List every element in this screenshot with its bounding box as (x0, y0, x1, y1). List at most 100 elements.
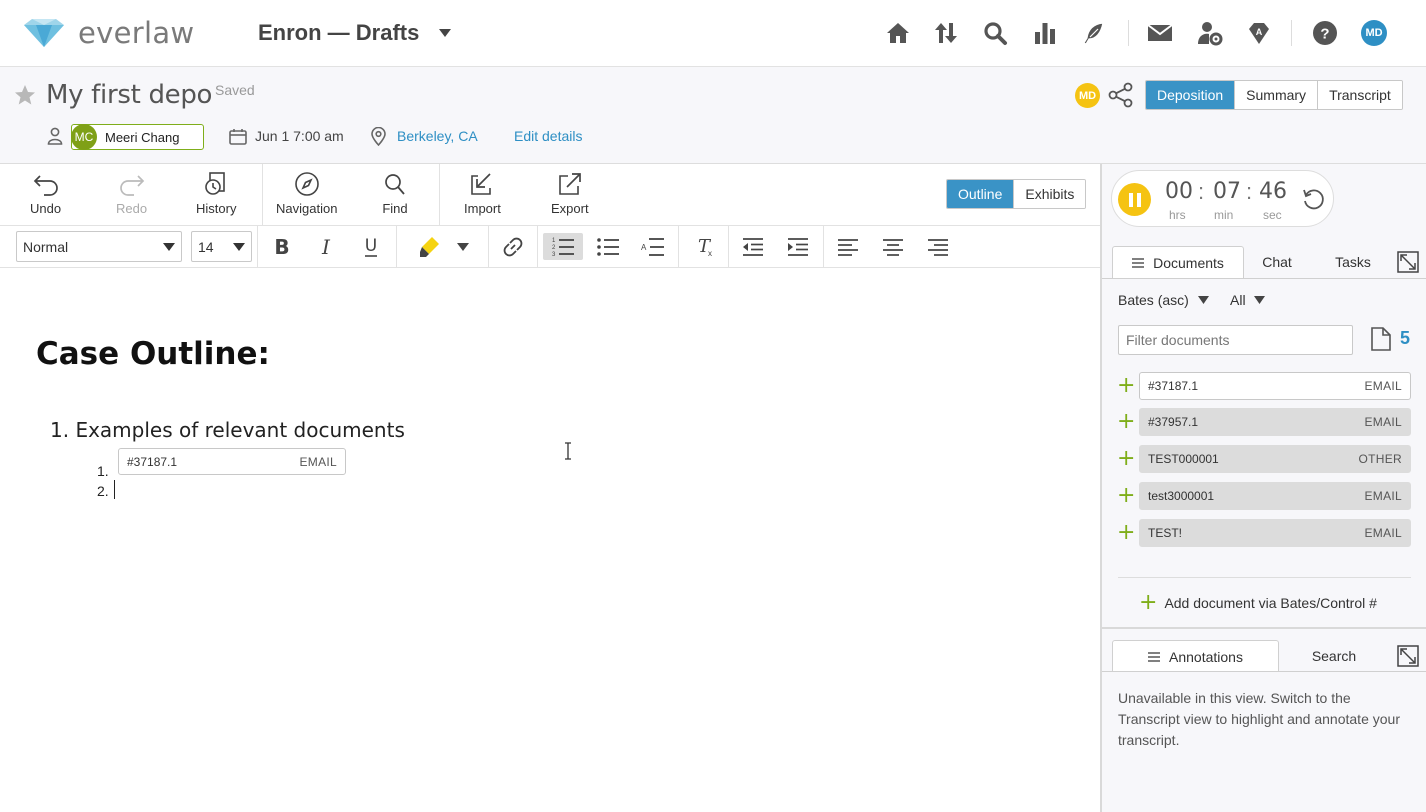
plus-icon: + (1139, 590, 1158, 615)
pause-button[interactable] (1118, 183, 1151, 216)
link-icon (503, 237, 523, 256)
doc-id: test3000001 (1148, 489, 1215, 503)
link-button[interactable] (498, 233, 528, 260)
svg-text:U: U (365, 236, 377, 256)
timer-hours: 00 (1165, 179, 1193, 204)
history-button[interactable]: History (196, 172, 236, 216)
depo-location[interactable]: Berkeley, CA (397, 128, 478, 144)
user-avatar[interactable]: MD (1361, 20, 1387, 46)
share-icon[interactable] (1108, 82, 1134, 108)
decrease-indent-button[interactable] (738, 233, 768, 260)
upload-download-icon[interactable] (933, 20, 959, 46)
outline-exhibits-tabs: Outline Exhibits (946, 179, 1087, 209)
documents-panel-tabs: Documents Chat Tasks (1112, 246, 1396, 278)
svg-text:A: A (641, 243, 647, 252)
numbered-list-button[interactable]: 123 (543, 233, 583, 260)
underline-button[interactable]: U (356, 233, 386, 260)
tab-summary[interactable]: Summary (1234, 81, 1318, 109)
document-list-item[interactable]: test3000001 EMAIL (1139, 482, 1411, 510)
add-to-outline-plus-icon[interactable]: + (1117, 448, 1135, 470)
tab-search[interactable]: Search (1279, 640, 1389, 672)
document-count: 5 (1400, 328, 1411, 348)
pause-icon (1128, 192, 1141, 207)
undo-button[interactable]: Undo (30, 172, 61, 216)
depo-title[interactable]: My first depo (46, 80, 212, 110)
add-to-outline-plus-icon[interactable]: + (1117, 485, 1135, 507)
outline-list-button[interactable]: A (638, 233, 668, 260)
find-button[interactable]: Find (381, 172, 409, 216)
svg-text:x: x (708, 249, 712, 258)
bold-button[interactable]: B (267, 233, 297, 260)
mail-icon[interactable] (1147, 20, 1173, 46)
redo-button[interactable]: Redo (116, 172, 147, 216)
align-center-icon (883, 238, 903, 256)
tab-annotations[interactable]: Annotations (1112, 640, 1279, 672)
expand-panel-icon[interactable] (1397, 251, 1419, 273)
redo-icon (119, 175, 144, 196)
outline-list-item: 1. Examples of relevant documents (50, 418, 405, 442)
navigation-button[interactable]: Navigation (276, 172, 337, 216)
import-button[interactable]: Import (464, 172, 501, 216)
font-size-select[interactable]: 14 (191, 231, 252, 262)
toolbar-divider (262, 164, 263, 226)
svg-text:1: 1 (552, 238, 556, 244)
add-document-button[interactable]: + Add document via Bates/Control # (1139, 590, 1377, 615)
export-button[interactable]: Export (551, 172, 589, 216)
highlight-button[interactable] (415, 233, 445, 260)
export-label: Export (551, 201, 589, 216)
align-center-button[interactable] (878, 233, 908, 260)
analytics-icon[interactable] (1032, 20, 1058, 46)
filter-type-dropdown[interactable]: All (1230, 292, 1265, 308)
align-left-button[interactable] (833, 233, 863, 260)
tab-transcript[interactable]: Transcript (1317, 81, 1402, 109)
bulleted-list-button[interactable] (593, 233, 623, 260)
add-document-label: Add document via Bates/Control # (1164, 595, 1377, 611)
help-icon[interactable]: ? (1312, 20, 1338, 46)
star-icon[interactable] (13, 83, 37, 107)
annotations-panel-tabs: Annotations Search (1112, 640, 1389, 672)
doc-id: #37957.1 (1148, 415, 1199, 429)
sub-item-number: 1. (97, 463, 109, 479)
document-list-item[interactable]: #37187.1 EMAIL (1139, 372, 1411, 400)
clear-format-button[interactable]: Tx (689, 233, 719, 260)
add-to-outline-plus-icon[interactable]: + (1117, 375, 1135, 397)
diamond-logo-icon (24, 19, 64, 47)
home-icon[interactable] (885, 20, 911, 46)
tab-documents-label: Documents (1153, 254, 1224, 271)
increase-indent-button[interactable] (783, 233, 813, 260)
add-to-outline-plus-icon[interactable]: + (1117, 522, 1135, 544)
align-right-button[interactable] (923, 233, 953, 260)
edit-details-link[interactable]: Edit details (514, 128, 582, 144)
outline-heading: Case Outline: (36, 336, 270, 372)
sort-dropdown[interactable]: Bates (asc) (1118, 292, 1209, 308)
document-list-item[interactable]: TEST000001 OTHER (1139, 445, 1411, 473)
tab-outline[interactable]: Outline (947, 180, 1014, 208)
sub-item-number: 2. (97, 483, 109, 499)
witness-chip[interactable]: MC Meeri Chang (71, 123, 204, 150)
divider (1118, 577, 1411, 578)
filter-documents-input[interactable] (1118, 325, 1353, 355)
gem-icon[interactable]: A (1246, 20, 1272, 46)
navigation-label: Navigation (276, 201, 338, 216)
tab-documents[interactable]: Documents (1112, 246, 1244, 278)
document-list-item[interactable]: #37957.1 EMAIL (1139, 408, 1411, 436)
everlaw-logo[interactable]: everlaw (22, 16, 194, 50)
tab-deposition[interactable]: Deposition (1146, 81, 1235, 109)
tab-exhibits[interactable]: Exhibits (1013, 180, 1086, 208)
embedded-document-chip[interactable]: #37187.1 EMAIL (118, 448, 346, 475)
expand-panel-icon[interactable] (1397, 645, 1419, 667)
reset-timer-icon[interactable] (1301, 187, 1325, 211)
italic-button[interactable]: I (311, 233, 341, 260)
admin-gear-icon[interactable] (1197, 20, 1223, 46)
feather-icon[interactable] (1081, 20, 1107, 46)
project-selector[interactable]: Enron — Drafts (258, 20, 452, 46)
paragraph-style-select[interactable]: Normal (16, 231, 182, 262)
underline-icon: U (365, 236, 377, 257)
tab-tasks[interactable]: Tasks (1310, 246, 1396, 278)
add-to-outline-plus-icon[interactable]: + (1117, 411, 1135, 433)
highlight-color-dropdown[interactable] (448, 233, 478, 260)
timer-separator: : (1198, 179, 1205, 204)
search-icon[interactable] (982, 20, 1008, 46)
document-list-item[interactable]: TEST! EMAIL (1139, 519, 1411, 547)
tab-chat[interactable]: Chat (1244, 246, 1310, 278)
